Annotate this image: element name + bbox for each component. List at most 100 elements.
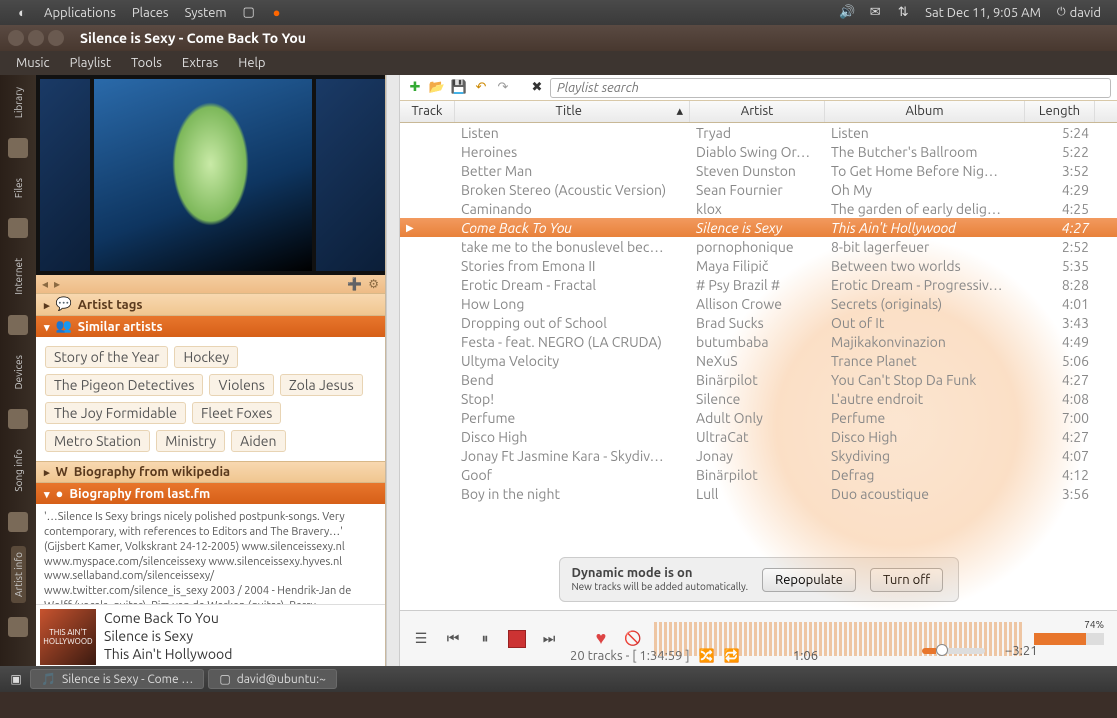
playlist-open-icon[interactable]: 📂 xyxy=(428,79,446,97)
volume-slider[interactable]: 74% xyxy=(1034,633,1104,645)
section-artist-tags[interactable]: 💬 Artist tags xyxy=(36,293,385,315)
playlist-row[interactable]: Come Back To YouSilence is SexyThis Ain'… xyxy=(400,218,1117,237)
playlist-row[interactable]: PerfumeAdult OnlyPerfume7:00 xyxy=(400,408,1117,427)
tab-internet[interactable]: Internet xyxy=(11,252,26,301)
playlist-toggle-icon[interactable]: ☰ xyxy=(410,628,432,650)
artist-photo[interactable] xyxy=(316,79,385,271)
network-icon[interactable]: ⇅ xyxy=(894,4,912,22)
similar-artist-tag[interactable]: The Joy Formidable xyxy=(45,402,186,424)
shuffle-icon[interactable]: 🔀 xyxy=(699,649,715,663)
playlist-save-icon[interactable]: 💾 xyxy=(450,79,468,97)
applications-menu[interactable]: Applications xyxy=(36,6,124,20)
love-button[interactable]: ♥ xyxy=(590,628,612,650)
places-menu[interactable]: Places xyxy=(124,6,177,20)
section-bio-wikipedia[interactable]: W Biography from wikipedia xyxy=(36,461,385,482)
stop-button[interactable] xyxy=(506,628,528,650)
col-length[interactable]: Length xyxy=(1025,101,1095,122)
add-icon[interactable]: ➕ xyxy=(347,277,362,291)
playlist-row[interactable]: Broken Stereo (Acoustic Version)Sean Fou… xyxy=(400,180,1117,199)
volume-icon[interactable]: 🔊 xyxy=(838,4,856,22)
similar-artist-tag[interactable]: Aiden xyxy=(231,430,285,452)
clock[interactable]: Sat Dec 11, 9:05 AM xyxy=(917,6,1049,20)
repeat-icon[interactable]: 🔁 xyxy=(724,649,740,663)
settings-icon[interactable]: ⚙ xyxy=(368,277,379,291)
undo-icon[interactable]: ↶ xyxy=(472,79,490,97)
tab-songinfo[interactable]: Song info xyxy=(11,443,26,498)
devices-icon[interactable] xyxy=(8,409,28,429)
playlist-new-icon[interactable]: ✚ xyxy=(406,79,424,97)
menu-music[interactable]: Music xyxy=(6,56,60,70)
repopulate-button[interactable]: Repopulate xyxy=(762,568,856,592)
col-album[interactable]: Album xyxy=(825,101,1025,122)
user-menu[interactable]: ⏻david xyxy=(1049,6,1109,20)
terminal-launcher-icon[interactable]: ▢ xyxy=(240,4,258,22)
firefox-launcher-icon[interactable]: ● xyxy=(268,4,286,22)
section-bio-lastfm[interactable]: ● Biography from last.fm xyxy=(36,482,385,504)
menu-help[interactable]: Help xyxy=(228,56,275,70)
show-desktop-icon[interactable]: ▣ xyxy=(6,672,26,686)
playlist-row[interactable]: Stories from Emona IIMaya FilipičBetween… xyxy=(400,256,1117,275)
playlist-row[interactable]: Stop!SilenceL'autre endroit4:08 xyxy=(400,389,1117,408)
minimize-button[interactable] xyxy=(28,30,44,46)
artist-photo[interactable] xyxy=(94,79,312,271)
next-icon[interactable]: ▸ xyxy=(54,277,60,291)
playlist-row[interactable]: Better ManSteven DunstonTo Get Home Befo… xyxy=(400,161,1117,180)
prev-icon[interactable]: ◂ xyxy=(42,277,48,291)
similar-artist-tag[interactable]: Violens xyxy=(209,374,273,396)
similar-artist-tag[interactable]: Metro Station xyxy=(45,430,150,452)
prev-track-button[interactable]: ⏮ xyxy=(442,628,464,650)
playlist-row[interactable]: How LongAllison CroweSecrets (originals)… xyxy=(400,294,1117,313)
col-title[interactable]: Title ▴ xyxy=(455,101,690,122)
system-menu[interactable]: System xyxy=(177,6,235,20)
tab-artistinfo[interactable]: Artist info xyxy=(11,546,26,603)
clear-icon[interactable]: ✖ xyxy=(528,79,546,97)
ubuntu-logo-icon[interactable]: ◐ xyxy=(13,4,31,22)
menu-extras[interactable]: Extras xyxy=(172,56,228,70)
tab-files[interactable]: Files xyxy=(11,172,26,204)
songinfo-icon[interactable] xyxy=(8,512,28,532)
turnoff-button[interactable]: Turn off xyxy=(870,568,943,592)
taskbar-item[interactable]: ▢ david@ubuntu:~ xyxy=(208,669,337,689)
playlist-row[interactable]: BendBinärpilotYou Can't Stop Da Funk4:27 xyxy=(400,370,1117,389)
similar-artist-tag[interactable]: Zola Jesus xyxy=(280,374,363,396)
ban-button[interactable]: 🚫 xyxy=(622,628,644,650)
col-artist[interactable]: Artist xyxy=(690,101,825,122)
menu-playlist[interactable]: Playlist xyxy=(60,56,121,70)
playlist-row[interactable]: Disco HighUltraCatDisco High4:27 xyxy=(400,427,1117,446)
close-button[interactable] xyxy=(8,30,24,46)
next-track-button[interactable]: ⏭ xyxy=(538,628,560,650)
section-similar-artists[interactable]: 👥 Similar artists xyxy=(36,315,385,337)
playlist-row[interactable]: CaminandokloxThe garden of early delig…4… xyxy=(400,199,1117,218)
similar-artist-tag[interactable]: Fleet Foxes xyxy=(192,402,281,424)
seek-slider[interactable] xyxy=(922,648,985,654)
playlist-row[interactable]: Erotic Dream - Fractal# Psy Brazil #Erot… xyxy=(400,275,1117,294)
col-track[interactable]: Track xyxy=(400,101,455,122)
taskbar-item[interactable]: 🎵 Silence is Sexy - Come … xyxy=(30,669,204,689)
playlist-search-input[interactable] xyxy=(550,78,1111,98)
artist-photo[interactable] xyxy=(40,79,90,271)
playlist-row[interactable]: Dropping out of SchoolBrad SucksOut of I… xyxy=(400,313,1117,332)
play-pause-button[interactable]: ⏸ xyxy=(474,628,496,650)
similar-artist-tag[interactable]: Ministry xyxy=(156,430,225,452)
playlist-row[interactable]: Jonay Ft Jasmine Kara - Skydiv…JonaySkyd… xyxy=(400,446,1117,465)
maximize-button[interactable] xyxy=(48,30,64,46)
playlist-row[interactable]: GoofBinärpilotDefrag4:12 xyxy=(400,465,1117,484)
artistinfo-icon[interactable] xyxy=(8,617,28,637)
playlist-row[interactable]: Boy in the nightLullDuo acoustique3:56 xyxy=(400,484,1117,503)
files-icon[interactable] xyxy=(8,218,28,238)
playlist-row[interactable]: HeroinesDiablo Swing Or…The Butcher's Ba… xyxy=(400,142,1117,161)
library-icon[interactable] xyxy=(8,138,28,158)
playlist-row[interactable]: ListenTryadListen5:24 xyxy=(400,123,1117,142)
album-art[interactable]: THIS AIN'T HOLLYWOOD xyxy=(40,609,96,665)
playlist-row[interactable]: Ultyma VelocityNeXuSTrance Planet5:06 xyxy=(400,351,1117,370)
menu-tools[interactable]: Tools xyxy=(121,56,172,70)
playlist-row[interactable]: take me to the bonuslevel bec…pornophoni… xyxy=(400,237,1117,256)
similar-artist-tag[interactable]: Story of the Year xyxy=(45,346,168,368)
mail-icon[interactable]: ✉ xyxy=(866,4,884,22)
playlist-row[interactable]: Festa - feat. NEGRO (LA CRUDA)butumbabaM… xyxy=(400,332,1117,351)
tab-library[interactable]: Library xyxy=(11,81,26,124)
scrollbar[interactable] xyxy=(386,75,400,666)
tab-devices[interactable]: Devices xyxy=(11,349,26,395)
internet-icon[interactable] xyxy=(8,315,28,335)
similar-artist-tag[interactable]: The Pigeon Detectives xyxy=(45,374,203,396)
